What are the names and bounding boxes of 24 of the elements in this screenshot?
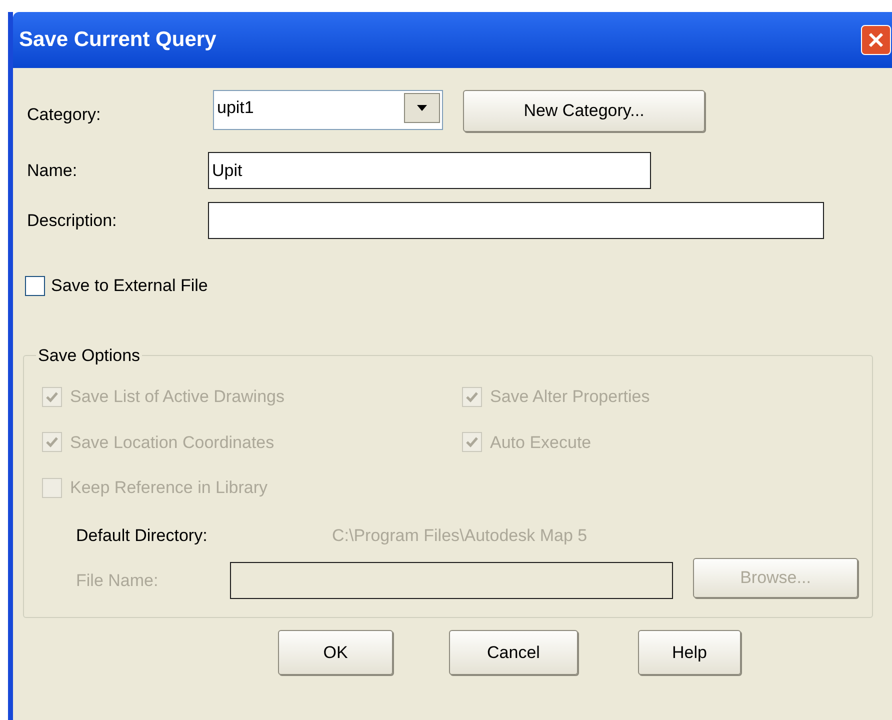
check-icon [465,390,479,404]
name-label: Name: [26,160,78,182]
ok-button[interactable]: OK [278,630,393,675]
default-directory-label: Default Directory: [76,524,208,546]
checkbox[interactable] [25,276,45,296]
help-button[interactable]: Help [638,630,741,675]
description-label: Description: [26,210,118,232]
new-category-button[interactable]: New Category... [463,90,705,132]
name-field[interactable]: Upit [208,152,651,189]
default-directory-path: C:\Program Files\Autodesk Map 5 [332,524,588,546]
file-name-label: File Name: [76,570,160,592]
window-title: Save Current Query [18,27,216,54]
close-button[interactable] [861,25,891,55]
category-value: upit1 [216,97,254,119]
group-legend: Save Options [36,342,142,368]
description-field[interactable] [208,202,824,239]
close-icon [868,32,884,48]
check-icon [45,435,59,450]
category-label: Category: [26,104,102,126]
check-icon [465,435,479,450]
checkbox-label[interactable]: Save to External File [51,273,208,298]
cancel-button[interactable]: Cancel [449,630,578,675]
category-dropdown[interactable]: upit1 [213,90,443,130]
check-icon [45,390,59,404]
